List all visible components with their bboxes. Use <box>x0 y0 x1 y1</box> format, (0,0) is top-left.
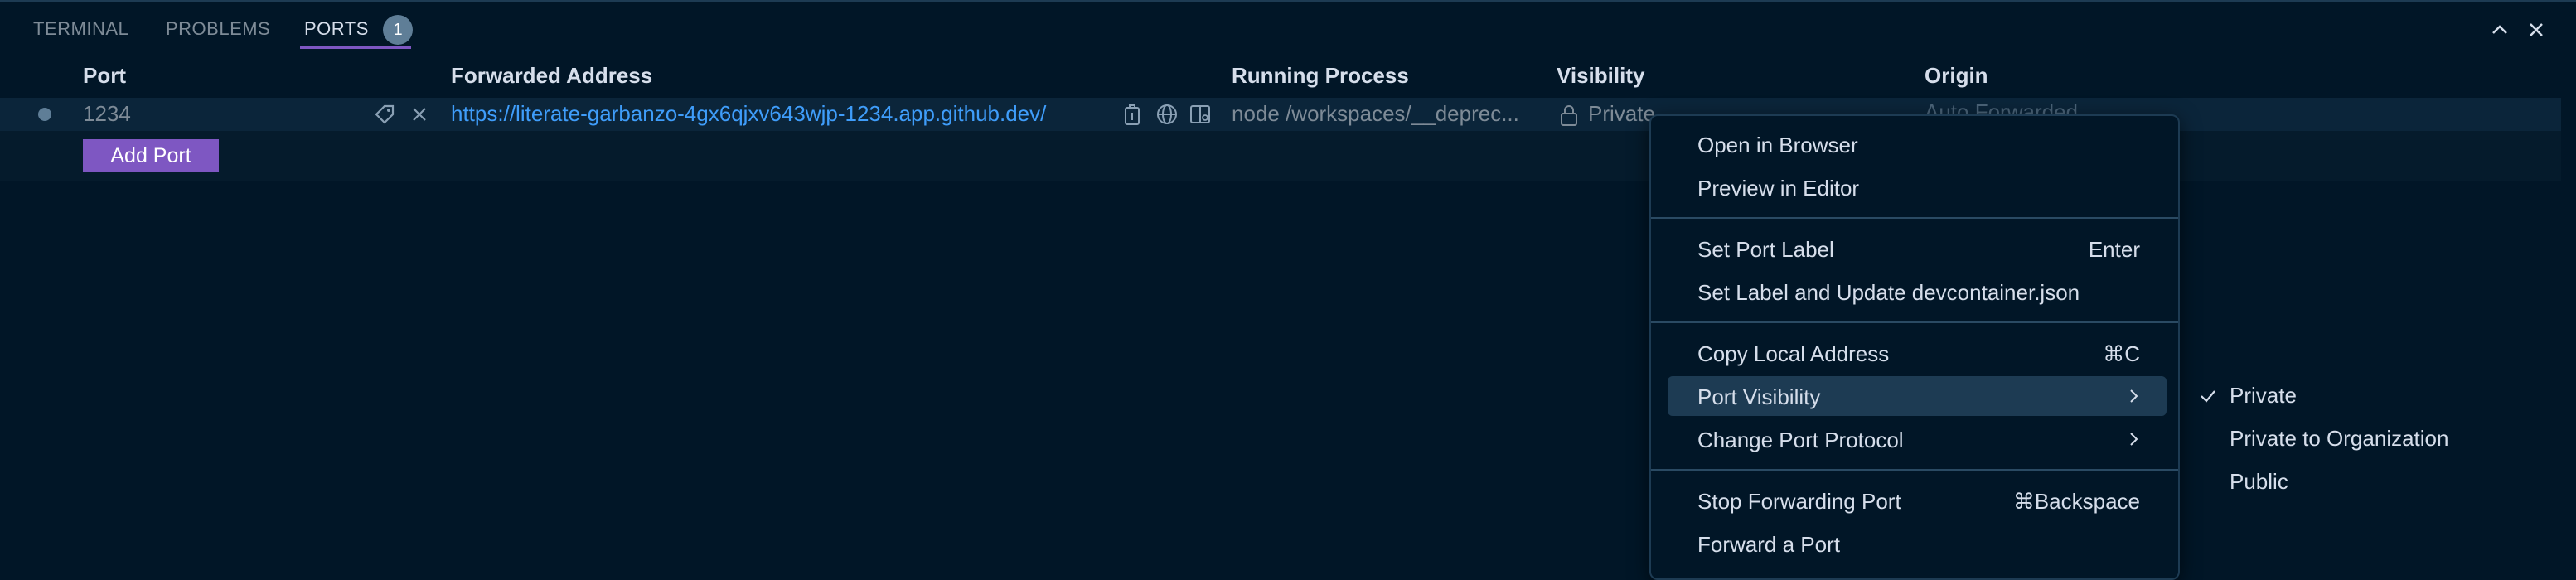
menu-separator <box>1651 217 2178 219</box>
checkmark-icon <box>2201 390 2215 403</box>
menu-item-label: Set Port Label <box>1697 237 1834 262</box>
port-status-dot <box>38 108 51 121</box>
menu-item-label: Port Visibility <box>1697 384 1821 409</box>
port-number[interactable]: 1234 <box>83 101 131 127</box>
maximize-panel-icon[interactable] <box>2486 17 2513 43</box>
tab-problems[interactable]: PROBLEMS <box>166 18 270 40</box>
menu-item-copy-local-address[interactable]: Copy Local Address ⌘C <box>1668 333 2167 373</box>
port-context-menu: Open in Browser Preview in Editor Set Po… <box>1649 114 2180 580</box>
copy-address-icon[interactable] <box>1121 101 1145 128</box>
visibility-value[interactable]: Private <box>1588 101 1655 127</box>
header-visibility: Visibility <box>1557 63 1645 88</box>
tab-ports[interactable]: PORTS <box>304 18 369 40</box>
menu-item-port-visibility[interactable]: Port Visibility <box>1668 376 2167 416</box>
open-in-browser-globe-icon[interactable] <box>1154 101 1180 128</box>
header-origin: Origin <box>1925 63 1988 88</box>
active-tab-indicator <box>300 46 411 49</box>
add-port-button[interactable]: Add Port <box>83 139 219 172</box>
label-tag-icon[interactable] <box>371 101 398 128</box>
tab-terminal[interactable]: TERMINAL <box>33 18 128 40</box>
preview-in-editor-icon[interactable] <box>1187 101 1213 128</box>
ports-count-badge: 1 <box>383 15 413 45</box>
menu-item-shortcut: ⌘C <box>2103 341 2140 366</box>
menu-separator <box>1651 469 2178 471</box>
menu-item-label: Open in Browser <box>1697 133 1858 157</box>
menu-item-open-in-browser[interactable]: Open in Browser <box>1668 124 2167 164</box>
header-forwarded-address: Forwarded Address <box>451 63 653 88</box>
menu-item-stop-forwarding-port[interactable]: Stop Forwarding Port ⌘Backspace <box>1668 481 2167 520</box>
chevron-right-icon <box>2130 389 2138 403</box>
menu-separator <box>1651 321 2178 323</box>
menu-item-preview-in-editor[interactable]: Preview in Editor <box>1668 167 2167 207</box>
lock-icon <box>1561 105 1577 126</box>
chevron-right-icon <box>2130 433 2138 446</box>
menu-item-set-label-update-devcontainer[interactable]: Set Label and Update devcontainer.json <box>1668 272 2167 312</box>
menu-item-set-port-label[interactable]: Set Port Label Enter <box>1668 229 2167 268</box>
menu-item-label: Set Label and Update devcontainer.json <box>1697 280 2080 305</box>
menu-item-label: Forward a Port <box>1697 532 1840 557</box>
panel-tab-bar: TERMINAL PROBLEMS PORTS 1 <box>0 0 2576 58</box>
submenu-item-private-to-organization[interactable]: Private to Organization <box>2230 426 2448 452</box>
menu-item-label: Copy Local Address <box>1697 341 1890 366</box>
menu-item-change-port-protocol[interactable]: Change Port Protocol <box>1668 419 2167 459</box>
running-process-text: node /workspaces/__deprec... <box>1232 101 1519 126</box>
menu-item-shortcut: ⌘Backspace <box>2012 489 2140 514</box>
menu-item-shortcut: Enter <box>2088 237 2140 262</box>
header-port: Port <box>83 63 126 88</box>
menu-item-label: Preview in Editor <box>1697 176 1860 201</box>
stop-forwarding-icon[interactable] <box>406 101 433 128</box>
submenu-item-public[interactable]: Public <box>2230 469 2288 495</box>
menu-item-forward-a-port[interactable]: Forward a Port <box>1668 524 2167 563</box>
menu-item-label: Stop Forwarding Port <box>1697 489 1901 514</box>
menu-item-label: Change Port Protocol <box>1697 428 1904 452</box>
close-panel-icon[interactable] <box>2523 17 2549 43</box>
header-running-process: Running Process <box>1232 63 1409 88</box>
submenu-item-private[interactable]: Private <box>2230 383 2297 408</box>
forwarded-address-link[interactable]: https://literate-garbanzo-4gx6qjxv643wjp… <box>451 101 1046 127</box>
